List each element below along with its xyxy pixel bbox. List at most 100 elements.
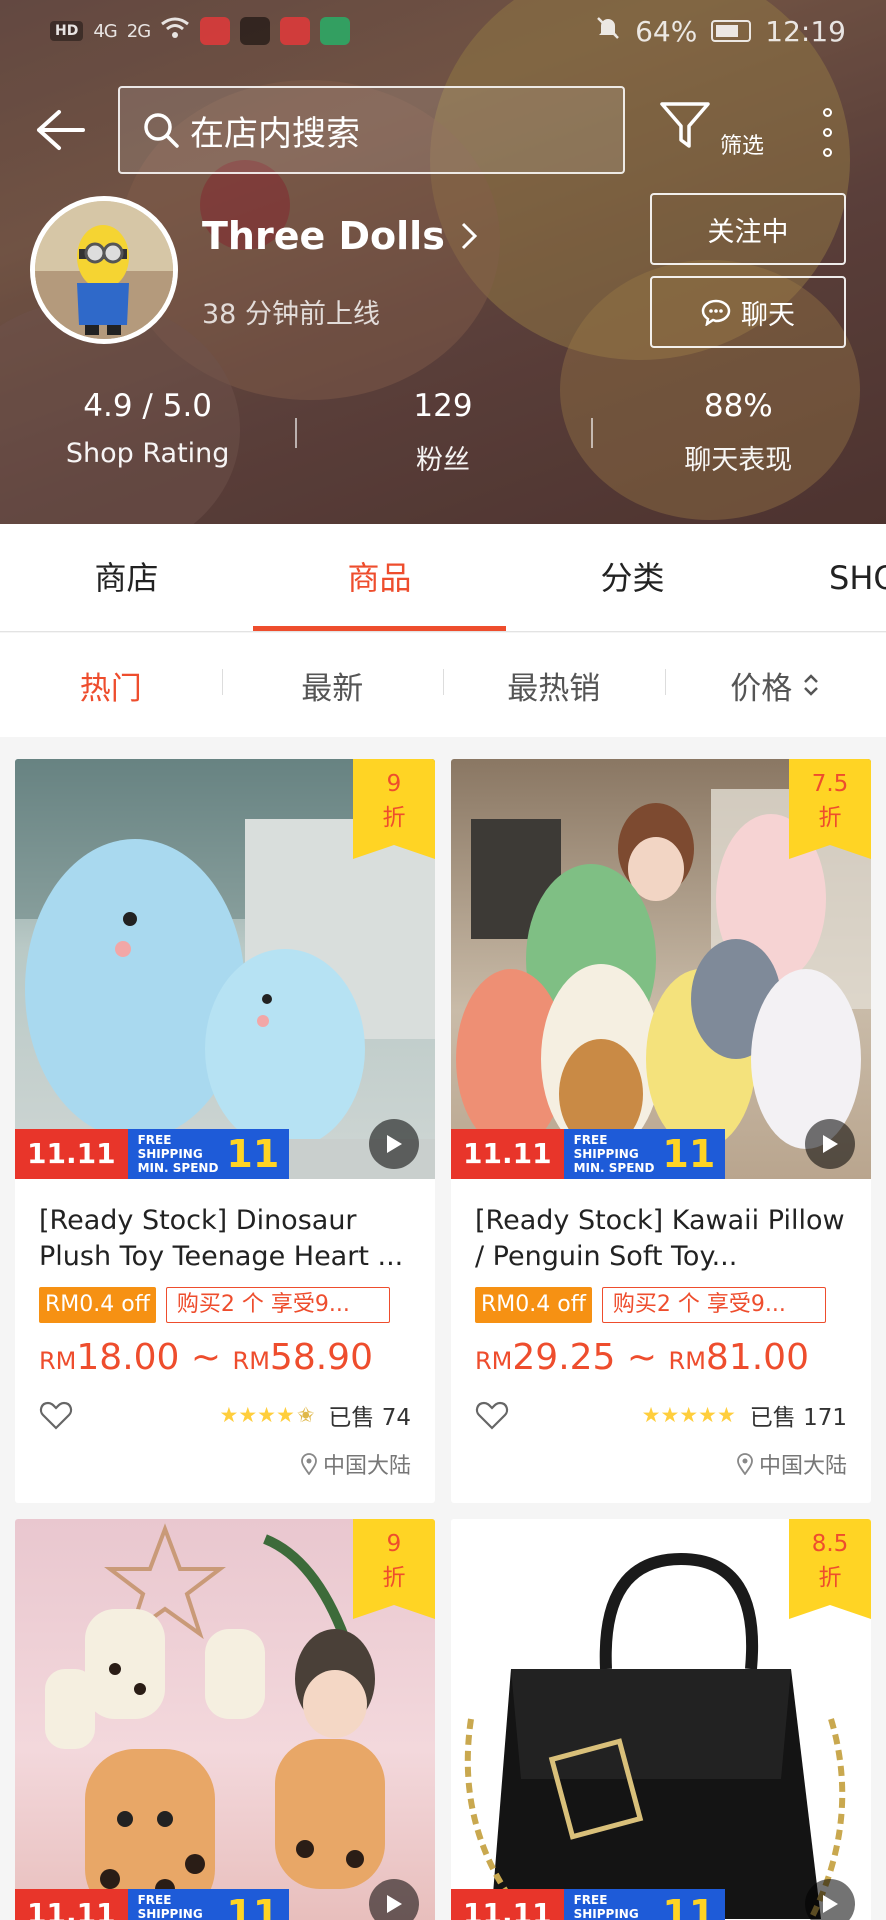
shop-avatar[interactable] [30, 196, 178, 344]
sold-count: 已售 74 [328, 1405, 411, 1431]
discount-value: 9 [386, 1531, 402, 1557]
promo-event-label: 11.11 [451, 1889, 564, 1920]
promo-line: FREE [573, 1893, 608, 1907]
heart-icon[interactable] [39, 1398, 73, 1432]
product-card[interactable]: 9 折 11.11 FREESHIPPINGMIN. SPEND 11 [15, 1519, 435, 1920]
promo-number: 11 [662, 1132, 716, 1176]
battery-percent: 64% [635, 14, 698, 48]
signal-2g: 2G [126, 20, 151, 42]
bundle-deal-tag: 购买2 个 享受9... [601, 1287, 826, 1323]
location-pin-icon [737, 1453, 753, 1475]
search-icon [144, 113, 179, 148]
bundle-deal-tag: 购买2 个 享受9... [165, 1287, 390, 1323]
free-shipping-label: FREESHIPPINGMIN. SPEND 11 [127, 1889, 290, 1920]
discount-value: 8.5 [811, 1531, 849, 1557]
promo-line: FREE [573, 1133, 608, 1147]
location-pin-icon [301, 1453, 317, 1475]
product-card[interactable]: 9 折 11.11 FREE SHIPPING MIN. SPEND 11 [Rea… [15, 759, 435, 1503]
shop-name-link[interactable]: Three Dolls [202, 214, 479, 258]
following-button[interactable]: 关注中 [650, 193, 846, 265]
discount-badge: 7.5 折 [789, 759, 871, 859]
discount-badge: 8.5 折 [789, 1519, 871, 1619]
discount-badge: 9 折 [353, 759, 435, 859]
price-range: RM29.25 ~ RM81.00 [475, 1337, 847, 1378]
stat-chat-performance: 88% 聊天表现 [590, 380, 886, 490]
free-shipping-label: FREESHIPPINGMIN. SPEND 11 [563, 1129, 726, 1179]
product-image[interactable]: 7.5 折 11.11 FREE SHIPPING MIN. SPEND 11 [451, 759, 871, 1179]
tab-shop[interactable]: 商店 [0, 524, 253, 631]
sold-count: 已售 171 [749, 1405, 847, 1431]
sort-price[interactable]: 价格 [664, 663, 886, 708]
stat-value: 88% [703, 388, 773, 424]
sort-latest[interactable]: 最新 [221, 663, 444, 708]
more-options-button[interactable] [812, 102, 842, 162]
product-image[interactable]: 9 折 11.11 FREESHIPPINGMIN. SPEND 11 [15, 1519, 435, 1920]
promo-line: MIN. SPEND [573, 1161, 655, 1175]
currency: RM [232, 1347, 270, 1375]
filter-button[interactable]: 筛选 [658, 98, 778, 168]
sort-bar: 热门 最新 最热销 价格 [0, 633, 886, 737]
price-range: RM18.00 ~ RM58.90 [39, 1337, 411, 1378]
promo-line: FREE [137, 1133, 172, 1147]
tab-products[interactable]: 商品 [253, 524, 506, 631]
last-online-text: 38 分钟前上线 [202, 299, 380, 330]
free-shipping-label: FREESHIPPINGMIN. SPEND 11 [563, 1889, 726, 1920]
promo-event-label: 11.11 [15, 1889, 128, 1920]
product-grid: 9 折 11.11 FREE SHIPPING MIN. SPEND 11 [Rea… [15, 759, 871, 1920]
shop-search-input[interactable]: 在店内搜索 [118, 86, 625, 174]
discount-badge: 9 折 [353, 1519, 435, 1619]
coupon-tag: RM0.4 off [39, 1287, 156, 1323]
stat-value: 4.9 / 5.0 [83, 388, 213, 424]
price-max: 81.00 [705, 1337, 809, 1378]
play-icon [823, 1895, 838, 1913]
promo-line: SHIPPING [137, 1147, 203, 1161]
promo-line: MIN. SPEND [137, 1161, 219, 1175]
product-card[interactable]: 8.5 折 11.11 FREESHIPPINGMIN. SPEND 11 [451, 1519, 871, 1920]
discount-value: 7.5 [811, 771, 849, 797]
sort-price-label: 价格 [730, 670, 793, 707]
chat-bubble-icon [701, 299, 731, 326]
filter-icon [660, 102, 710, 148]
sort-top-sales[interactable]: 最热销 [443, 663, 665, 708]
product-title: [Ready Stock] Dinosaur Plush Toy Teenage… [39, 1205, 404, 1272]
product-image[interactable]: 8.5 折 11.11 FREESHIPPINGMIN. SPEND 11 [451, 1519, 871, 1920]
wifi-icon [160, 16, 190, 46]
product-image[interactable]: 9 折 11.11 FREESHIPPINGMIN. SPEND 11 [15, 759, 435, 1179]
price-separator: ~ [190, 1337, 222, 1378]
promo-number: 11 [226, 1132, 280, 1176]
promo-event-label: 11.11 [15, 1129, 128, 1179]
promo-banner: 11.11 FREESHIPPINGMIN. SPEND 11 [15, 1889, 290, 1920]
heart-icon[interactable] [475, 1398, 509, 1432]
play-video-button[interactable] [369, 1119, 419, 1169]
promo-banner: 11.11 FREESHIPPINGMIN. SPEND 11 [451, 1129, 726, 1179]
product-card[interactable]: 7.5 折 11.11 FREE SHIPPING MIN. SPEND 11 [R… [451, 759, 871, 1503]
promo-banner: 11.11 FREESHIPPINGMIN. SPEND 11 [451, 1889, 726, 1920]
tab-shock[interactable]: SHOCK [759, 524, 886, 631]
hd-indicator: HD [50, 21, 84, 41]
back-button[interactable] [28, 98, 92, 162]
chat-app-notification-icon [320, 17, 351, 45]
mute-icon [595, 15, 621, 48]
stat-label: 聊天表现 [684, 445, 793, 476]
play-video-button[interactable] [805, 1119, 855, 1169]
sort-popular[interactable]: 热门 [0, 663, 222, 708]
promo-event-label: 11.11 [451, 1129, 564, 1179]
product-title: [Ready Stock] Kawaii Pillow / Penguin So… [475, 1205, 845, 1272]
play-icon [387, 1135, 402, 1153]
promo-banner: 11.11 FREESHIPPINGMIN. SPEND 11 [15, 1129, 290, 1179]
discount-unit: 折 [818, 805, 842, 831]
discount-unit: 折 [382, 805, 406, 831]
battery-icon [711, 20, 752, 42]
stat-label: 粉丝 [415, 445, 470, 476]
promo-line: SHIPPING [573, 1907, 639, 1920]
chat-button[interactable]: 聊天 [650, 276, 846, 348]
tab-categories[interactable]: 分类 [506, 524, 759, 631]
currency: RM [475, 1347, 513, 1375]
filter-label: 筛选 [720, 134, 765, 159]
play-icon [387, 1895, 402, 1913]
location-text: 中国大陆 [758, 1454, 847, 1479]
wechat-notification-icon [240, 17, 271, 45]
currency: RM [39, 1347, 77, 1375]
shop-name: Three Dolls [202, 214, 445, 258]
arrow-left-icon [37, 110, 85, 150]
